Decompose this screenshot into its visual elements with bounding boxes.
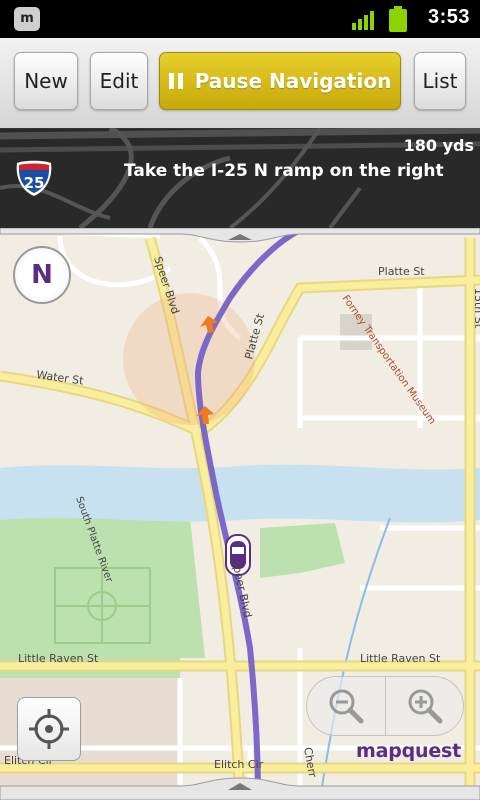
directions-list-button[interactable]: List xyxy=(414,52,466,110)
edit-route-button[interactable]: Edit xyxy=(90,52,148,110)
maneuver-highlight xyxy=(123,293,255,425)
turn-instruction-panel: 180 yds 25 Take the I-25 N ramp on the r… xyxy=(0,128,480,228)
zoom-in-button[interactable] xyxy=(385,677,464,735)
instruction-drawer-handle[interactable] xyxy=(0,228,480,244)
maneuver-text: Take the I-25 N ramp on the right xyxy=(124,161,444,181)
street-label-little-raven-west: Little Raven St xyxy=(18,652,99,665)
compass-north-icon: N xyxy=(31,260,53,290)
crosshair-locate-icon xyxy=(29,709,69,749)
mapquest-notification-icon: m xyxy=(14,7,40,31)
street-label-cherry: Cherr xyxy=(301,746,319,779)
shield-number: 25 xyxy=(24,174,45,192)
pause-navigation-label: Pause Navigation xyxy=(194,69,392,93)
pause-navigation-button[interactable]: Pause Navigation xyxy=(159,52,401,110)
locate-me-button[interactable] xyxy=(17,697,81,761)
navigation-toolbar: New Edit Pause Navigation List xyxy=(0,38,480,129)
street-label-elitch-mid: Elitch Cir xyxy=(214,758,264,771)
pause-icon xyxy=(168,73,183,89)
street-label-little-raven-east: Little Raven St xyxy=(360,652,441,665)
street-label-15th: 15th St xyxy=(472,288,480,329)
status-bar: m 3:53 xyxy=(0,0,480,38)
new-route-button[interactable]: New xyxy=(14,52,78,110)
street-label-platte-top: Platte St xyxy=(378,265,425,278)
zoom-controls xyxy=(306,676,464,736)
bottom-drawer-handle[interactable] xyxy=(0,776,480,800)
mapquest-logo: mapquest xyxy=(356,740,462,762)
zoom-out-icon xyxy=(329,689,364,724)
south-platte-river xyxy=(0,464,480,523)
interstate-shield-icon: 25 xyxy=(16,160,52,196)
zoom-out-button[interactable] xyxy=(307,677,385,735)
signal-strength-icon xyxy=(352,11,374,30)
zoom-in-icon xyxy=(408,689,443,724)
compass-north-button[interactable]: N xyxy=(13,246,71,304)
poi-label-museum: Forney Transportation Museum xyxy=(340,293,438,426)
mapquest-navigation-screen: m 3:53 New Edit Pause Navigation List 18… xyxy=(0,0,480,800)
status-clock: 3:53 xyxy=(427,6,470,28)
park-area-east xyxy=(260,523,345,578)
battery-icon xyxy=(389,6,407,32)
maneuver-distance: 180 yds xyxy=(403,136,474,155)
